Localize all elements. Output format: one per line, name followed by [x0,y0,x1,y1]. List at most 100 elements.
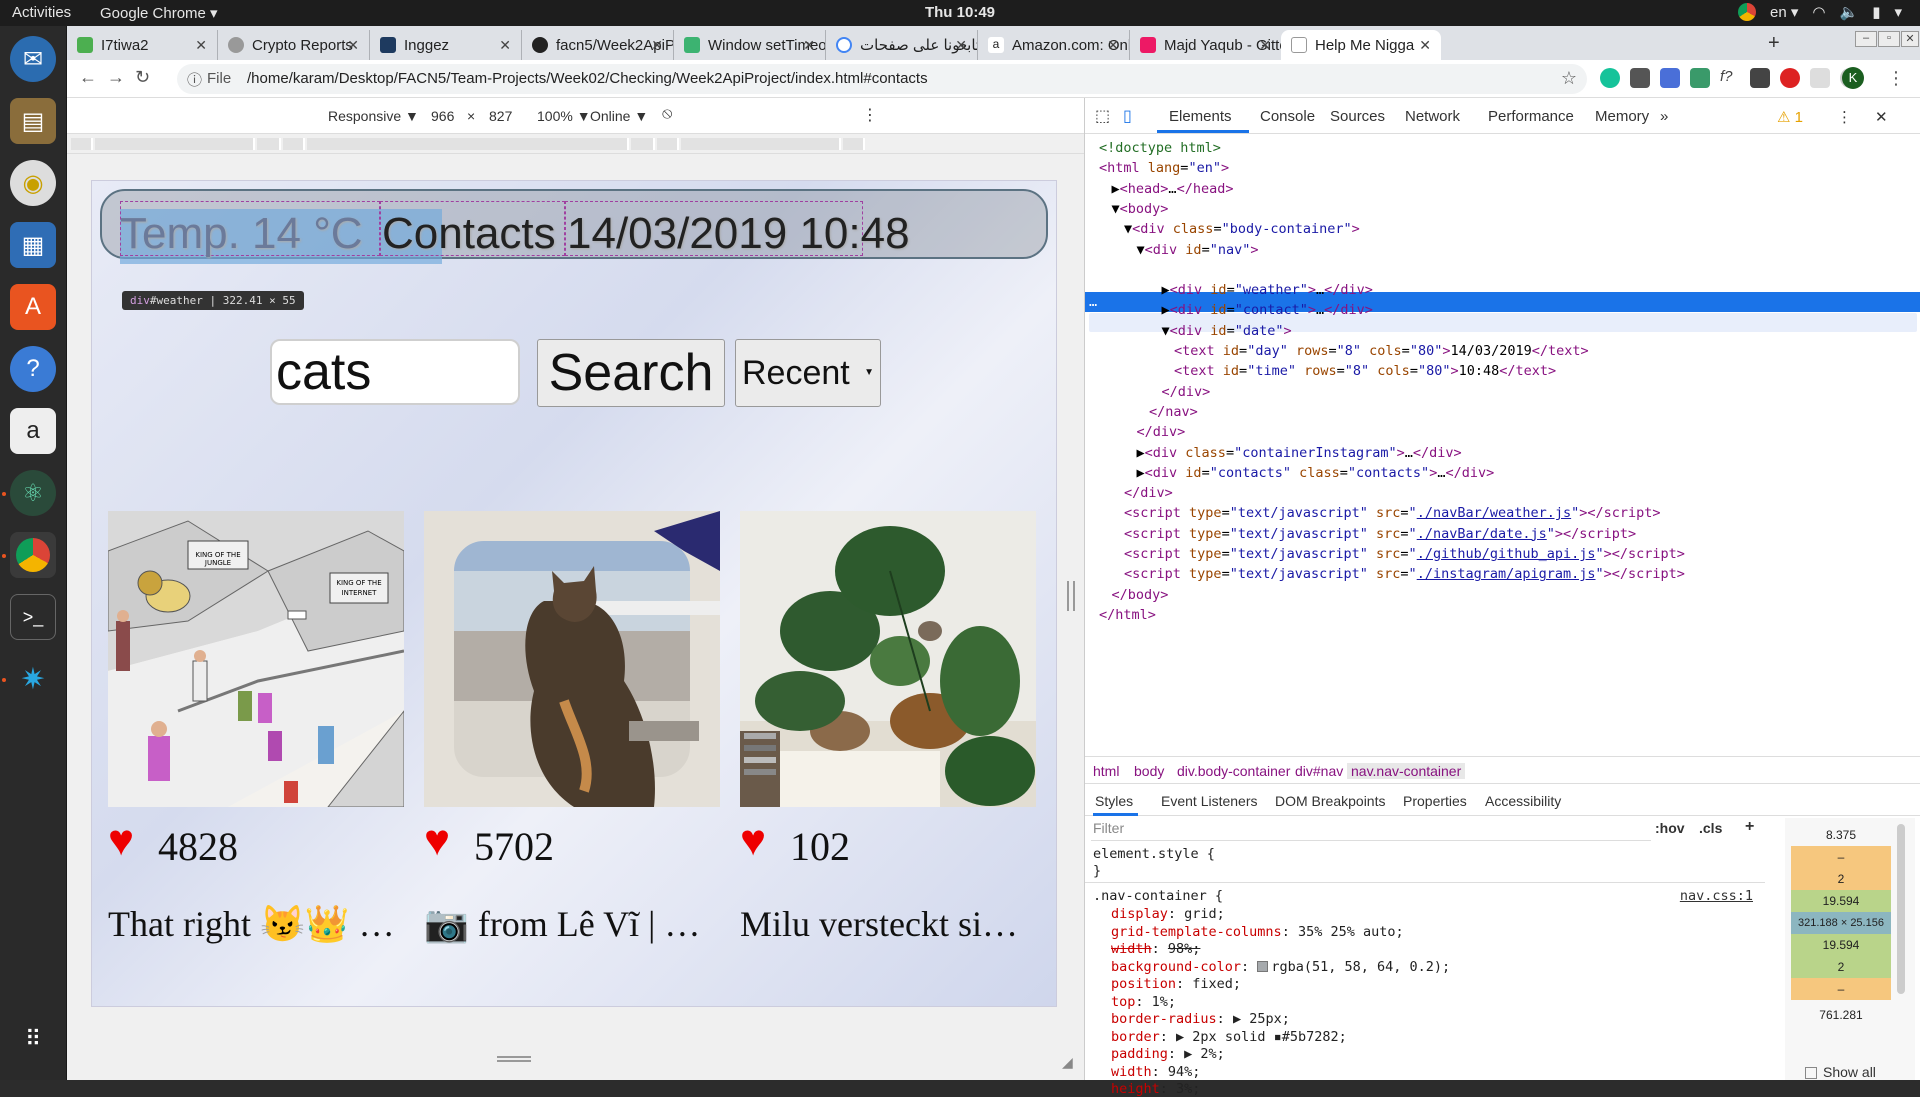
viewport-corner-resizer[interactable]: ◢ [1062,1054,1073,1071]
css-property-line[interactable]: width: 94%; [1111,1064,1200,1080]
more-tabs-icon[interactable]: » [1660,108,1668,125]
css-property-line[interactable]: top: 1%; [1111,994,1176,1010]
css-property-line[interactable]: grid-template-columns: 35% 25% auto; [1111,924,1404,940]
css-property-value[interactable]: 98%; [1168,941,1201,957]
css-property-name[interactable]: background-color [1111,959,1241,975]
css-property-name[interactable]: border-radius [1111,1011,1217,1027]
dom-node-line[interactable]: <script type="text/javascript" src="./gi… [1124,544,1685,564]
amazon-icon[interactable]: a [10,408,56,454]
viewport-width-input[interactable]: 966 [431,108,454,124]
css-property-value[interactable]: 3%; [1176,1081,1200,1097]
dom-node-line[interactable]: ▶<head>…</head> [1112,179,1234,199]
tab-sources[interactable]: Sources [1330,108,1385,125]
tab-properties[interactable]: Properties [1403,793,1467,809]
maximize-window-button[interactable]: ▫ [1878,31,1900,47]
css-property-value[interactable]: rgba(51, 58, 64, 0.2); [1271,959,1450,975]
tab-console[interactable]: Console [1260,108,1315,125]
cls-toggle[interactable]: .cls [1699,820,1722,836]
vscode-icon[interactable]: ✷ [10,656,56,702]
volume-icon[interactable]: 🔈 [1840,3,1859,21]
software-center-icon[interactable]: A [10,284,56,330]
dom-node-line[interactable]: ▼<body> [1112,199,1169,219]
reload-button[interactable]: ↻ [135,67,150,88]
viewport-height-input[interactable]: 827 [489,108,512,124]
sort-select[interactable]: Recent ▼ [735,339,881,407]
dom-node-line[interactable]: <text id="day" rows="8" cols="80">14/03/… [1174,341,1589,361]
dom-node-line[interactable]: ▶<div id="contacts" class="contacts">…</… [1137,463,1495,483]
zoom-select[interactable]: 100% ▼ [537,108,591,124]
css-property-line[interactable]: border-radius: ▶ 25px; [1111,1011,1290,1027]
extension-icon[interactable] [1750,68,1770,88]
close-tab-icon[interactable]: ✕ [1419,37,1431,54]
tab-arabic-page[interactable]: تابعونا على صفحات ✕ [825,30,977,60]
dom-node-line[interactable]: ▼<div class="body-container"> [1124,219,1360,239]
rhythmbox-icon[interactable]: ◉ [10,160,56,206]
extension-icon[interactable] [1630,68,1650,88]
warnings-badge[interactable]: ⚠ 1 [1777,108,1803,126]
close-tab-icon[interactable]: ✕ [195,37,207,54]
app-menu[interactable]: Google Chrome ▾ [100,4,218,22]
thunderbird-icon[interactable]: ✉ [10,36,56,82]
minimize-window-button[interactable]: – [1855,31,1877,47]
search-input[interactable]: cats [270,339,520,405]
css-property-value[interactable]: ▶ 25px; [1233,1011,1290,1027]
dom-node-line[interactable]: ▶<div id="contact">…</div> [1162,300,1373,320]
power-menu-icon[interactable]: ▾ [1894,3,1902,21]
heart-icon[interactable]: ♥ [424,816,450,866]
show-all-checkbox[interactable]: Show all [1805,1064,1876,1080]
css-property-value[interactable]: grid; [1184,906,1225,922]
css-property-value[interactable]: fixed; [1192,976,1241,992]
device-toolbar-menu-icon[interactable]: ⋮ [862,105,878,125]
tab-amazon[interactable]: a Amazon.com: Onl ✕ [977,30,1129,60]
element-style-selector[interactable]: element.style { [1093,846,1215,862]
help-icon[interactable]: ? [10,346,56,392]
adblock-icon[interactable] [1780,68,1800,88]
tab-event-listeners[interactable]: Event Listeners [1161,793,1258,809]
tab-network[interactable]: Network [1405,108,1460,125]
post-image[interactable] [424,511,720,807]
tab-styles[interactable]: Styles [1095,793,1133,809]
dom-node-line[interactable]: ▼<div id="nav"> [1137,240,1259,260]
files-icon[interactable]: ▤ [10,98,56,144]
close-tab-icon[interactable]: ✕ [347,37,359,54]
dom-node-line[interactable]: <script type="text/javascript" src="./na… [1124,524,1636,544]
tab-window-settimeout[interactable]: Window setTimeo ✕ [673,30,825,60]
dom-node-line[interactable]: </div> [1162,382,1211,402]
heart-icon[interactable]: ♥ [740,816,766,866]
inspect-element-icon[interactable]: ⬚ [1095,106,1110,126]
dom-node-line[interactable]: ▼<nav class="nav-container"> == $0 [1149,260,1425,280]
dom-node-line[interactable]: </div> [1137,422,1186,442]
close-devtools-icon[interactable]: ✕ [1875,108,1888,126]
hov-toggle[interactable]: :hov [1655,820,1685,836]
chrome-tray-icon[interactable] [1738,3,1757,21]
chrome-icon[interactable] [10,532,56,578]
crumb-body-container[interactable]: div.body-container [1177,763,1290,779]
new-rule-button[interactable]: + [1745,818,1754,836]
tab-performance[interactable]: Performance [1488,108,1574,125]
chrome-menu-icon[interactable]: ⋮ [1887,68,1905,89]
close-window-button[interactable]: ✕ [1901,31,1919,47]
dom-node-line[interactable]: <text id="time" rows="8" cols="80">10:48… [1174,361,1556,381]
close-tab-icon[interactable]: ✕ [1107,37,1119,54]
tab-memory[interactable]: Memory [1595,108,1649,125]
extension-icon[interactable] [1810,68,1830,88]
css-property-name[interactable]: padding [1111,1046,1168,1062]
formula-icon[interactable]: f? [1720,68,1740,88]
close-tab-icon[interactable]: ✕ [955,37,967,54]
css-property-line[interactable]: position: fixed; [1111,976,1241,992]
tab-elements[interactable]: Elements [1169,108,1232,125]
terminal-icon[interactable]: >_ [10,594,56,640]
viewport-height-resizer[interactable] [497,1056,531,1062]
post-image[interactable]: KING OF THE JUNGLE KING OF THE INTERNET [108,511,404,807]
address-bar[interactable]: ⓘ File /home/karam/Desktop/FACN5/Team-Pr… [177,64,1587,94]
back-button[interactable]: ← [79,67,97,88]
post-image[interactable] [740,511,1036,807]
translate-icon[interactable] [1660,68,1680,88]
close-tab-icon[interactable]: ✕ [651,37,663,54]
tab-inggez[interactable]: Inggez ✕ [369,30,521,60]
css-property-line[interactable]: border: ▶ 2px solid ▪#5b7282; [1111,1029,1347,1045]
grammarly-icon[interactable] [1600,68,1620,88]
crumb-nav-container[interactable]: nav.nav-container [1347,763,1466,779]
wifi-icon[interactable]: ◠ [1812,3,1825,21]
viewport-width-resizer[interactable] [1067,581,1075,611]
